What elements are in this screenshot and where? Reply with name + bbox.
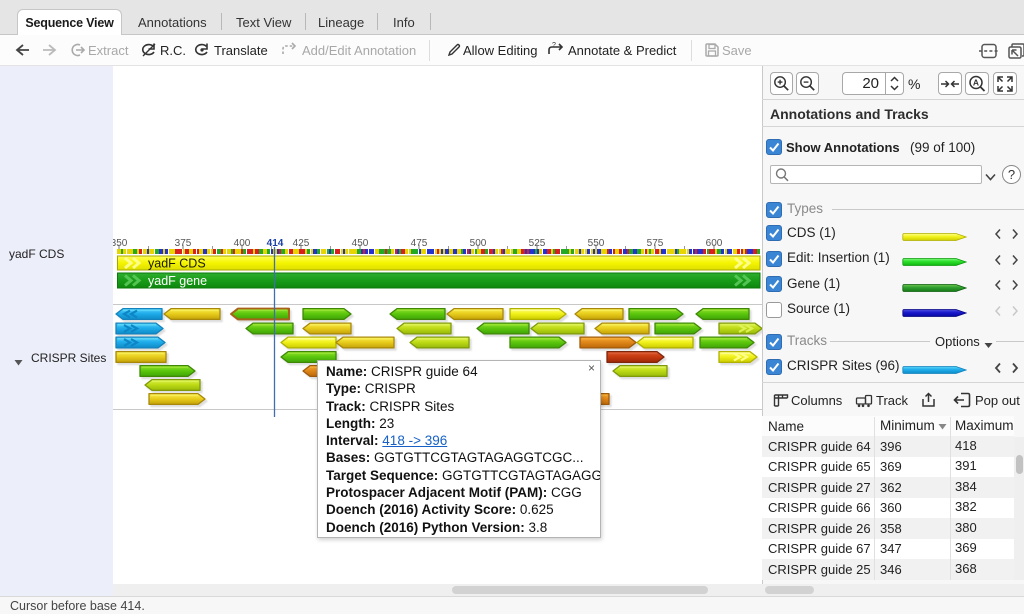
svg-text:414: 414 <box>267 238 284 249</box>
svg-text:A: A <box>973 77 979 87</box>
svg-text:?: ? <box>552 42 556 49</box>
svg-text:yadF CDS: yadF CDS <box>148 257 206 271</box>
svg-text:350: 350 <box>113 238 128 249</box>
svg-text:yadF gene: yadF gene <box>148 274 207 288</box>
